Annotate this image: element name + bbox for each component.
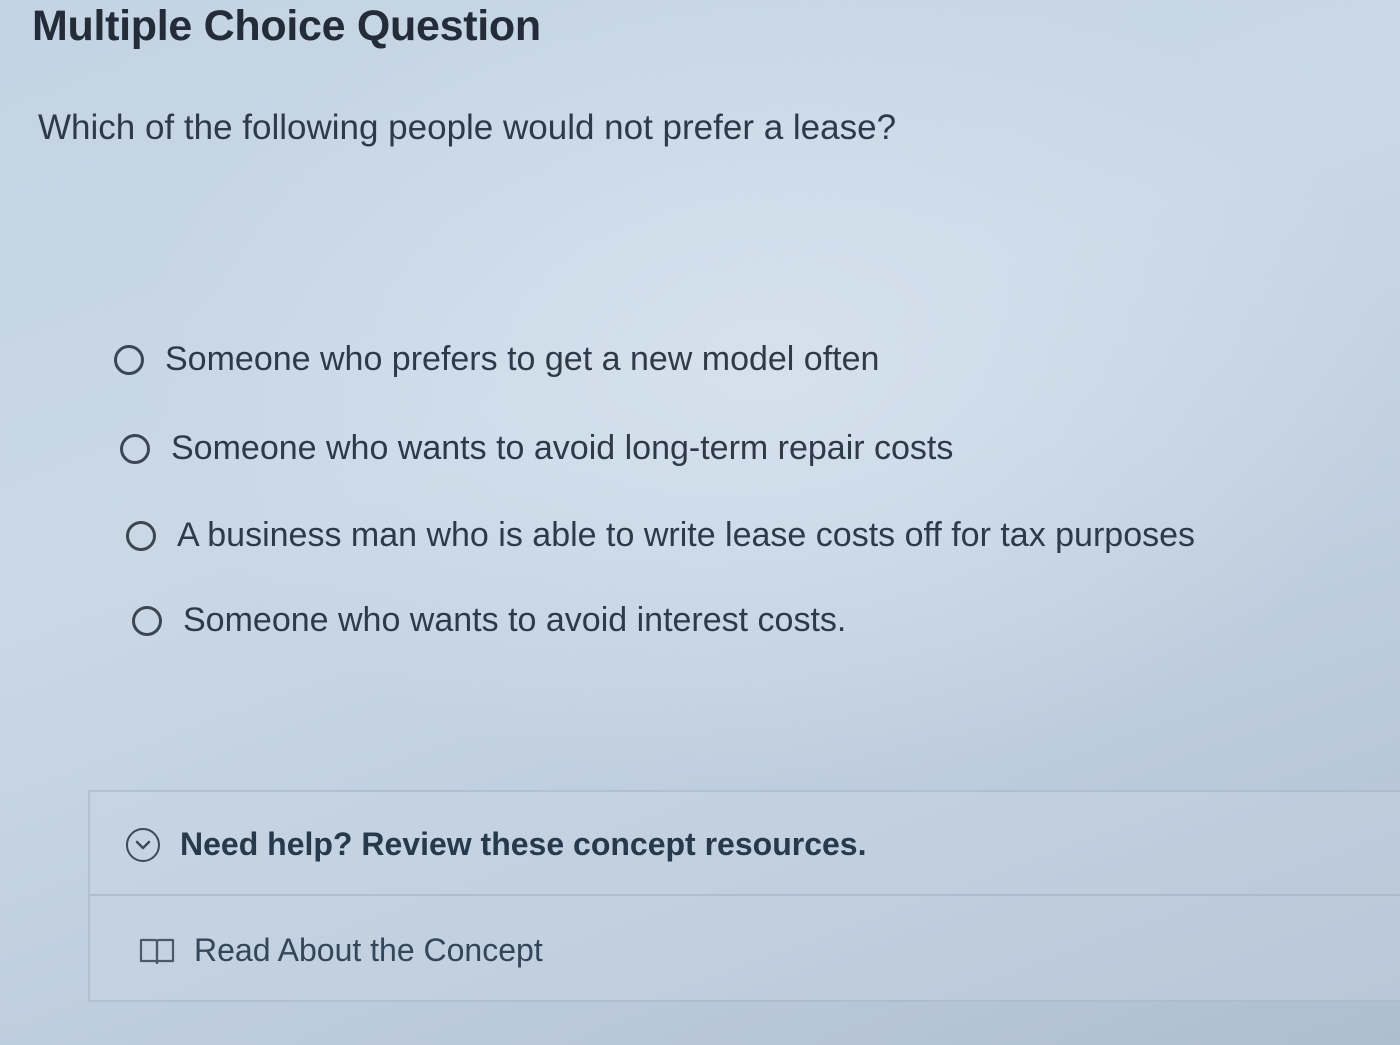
choice-option-1[interactable]: Someone who prefers to get a new model o… bbox=[114, 340, 879, 379]
radio-button[interactable] bbox=[132, 605, 162, 636]
choice-label: A business man who is able to write leas… bbox=[177, 516, 1196, 554]
read-about-concept-link[interactable]: Read About the Concept bbox=[138, 932, 543, 969]
choice-label: Someone who wants to avoid long-term rep… bbox=[171, 429, 954, 467]
radio-button[interactable] bbox=[114, 344, 144, 375]
radio-button[interactable] bbox=[126, 520, 156, 551]
choice-option-3[interactable]: A business man who is able to write leas… bbox=[126, 516, 1195, 555]
choice-label: Someone who wants to avoid interest cost… bbox=[183, 601, 847, 639]
radio-button[interactable] bbox=[120, 433, 150, 464]
help-toggle[interactable]: Need help? Review these concept resource… bbox=[126, 826, 866, 863]
chevron-down-icon[interactable] bbox=[126, 827, 160, 862]
help-title: Need help? Review these concept resource… bbox=[180, 826, 867, 862]
choice-option-2[interactable]: Someone who wants to avoid long-term rep… bbox=[120, 429, 953, 468]
concept-link-label[interactable]: Read About the Concept bbox=[194, 932, 543, 969]
help-panel: Need help? Review these concept resource… bbox=[88, 790, 1400, 1002]
choice-label: Someone who prefers to get a new model o… bbox=[165, 340, 880, 378]
divider bbox=[90, 894, 1400, 896]
book-icon bbox=[138, 936, 176, 966]
choice-option-4[interactable]: Someone who wants to avoid interest cost… bbox=[132, 601, 846, 640]
